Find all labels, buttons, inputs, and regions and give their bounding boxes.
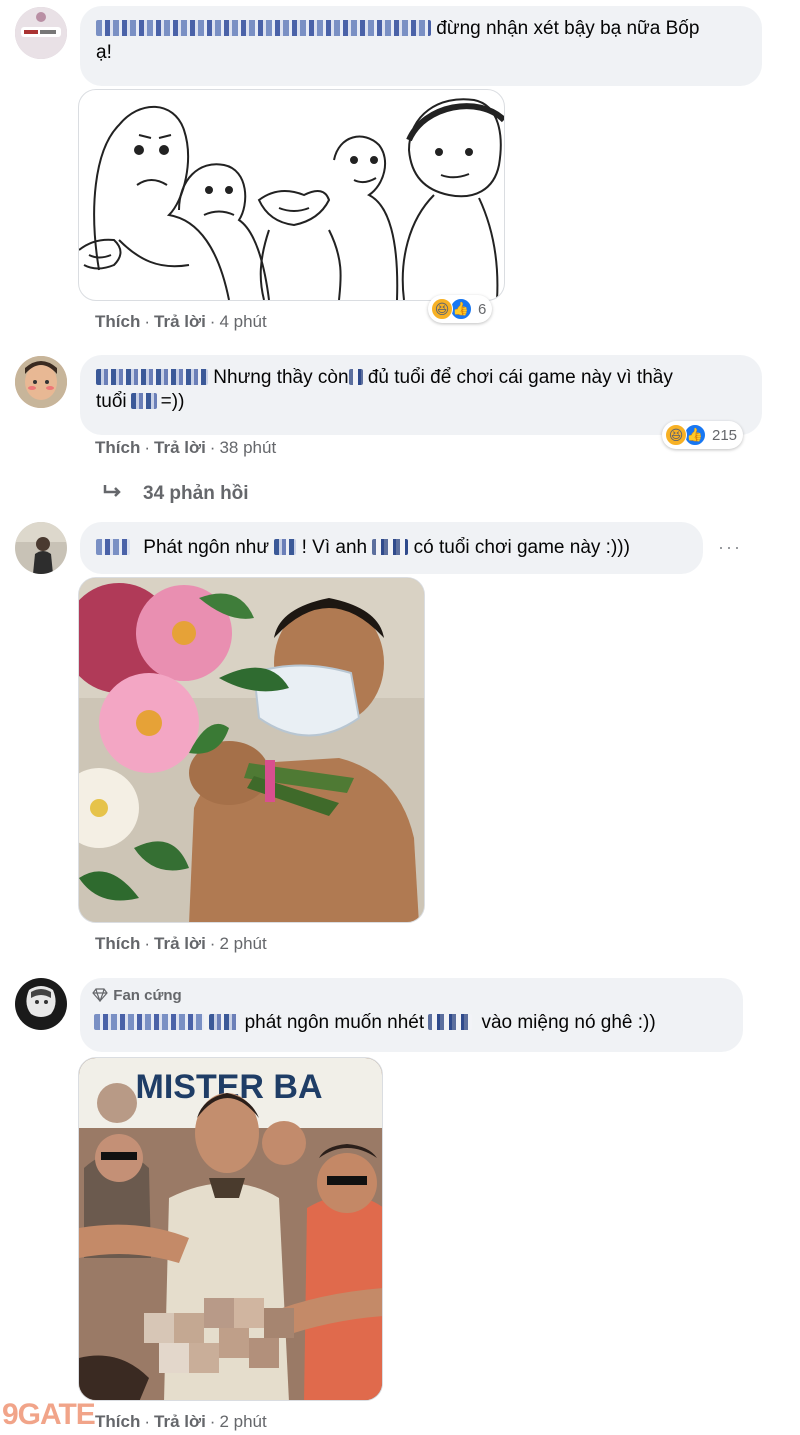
watermark-logo: 9GATE bbox=[2, 1398, 96, 1431]
comment-bubble: Phát ngôn như ! Vì anh có tuổi chơi game… bbox=[80, 522, 703, 574]
comment-actions: Thích · Trả lời · 4 phút bbox=[95, 312, 267, 331]
comment-text: =)) bbox=[160, 391, 185, 412]
reaction-count: 215 bbox=[712, 426, 738, 444]
redacted-word bbox=[209, 1014, 240, 1030]
comment-bubble: Nhưng thầy còn đủ tuổi để chơi cái game … bbox=[80, 355, 762, 435]
comment-text: đừng nhận xét bậy bạ nữa Bốp bbox=[436, 18, 700, 39]
comment-text: Phát ngôn như bbox=[143, 537, 270, 558]
redacted-word bbox=[130, 393, 157, 409]
comment-image[interactable] bbox=[78, 89, 505, 301]
comment-text: phát ngôn muốn nhét bbox=[244, 1012, 425, 1033]
reply-button[interactable]: Trả lời bbox=[154, 438, 206, 457]
comment-time[interactable]: 2 phút bbox=[219, 934, 266, 953]
like-button[interactable]: Thích bbox=[95, 438, 140, 457]
comment-time[interactable]: 38 phút bbox=[219, 438, 276, 457]
redacted-word bbox=[428, 1014, 473, 1030]
redacted-word bbox=[348, 369, 363, 385]
reaction-count: 6 bbox=[478, 300, 487, 318]
reaction-summary[interactable]: 😆 👍 215 bbox=[662, 421, 744, 449]
comment-image[interactable]: MISTER BA bbox=[78, 1057, 383, 1401]
avatar[interactable] bbox=[15, 522, 67, 574]
comment-actions: Thích · Trả lời · 2 phút bbox=[95, 934, 267, 953]
like-icon: 👍 bbox=[450, 298, 472, 320]
comment-bubble: Fan cứng phát ngôn muốn nhét vào miệng n… bbox=[80, 978, 743, 1052]
redacted-name bbox=[96, 20, 431, 36]
comment-text: ạ! bbox=[96, 42, 112, 63]
comment-text: ! Vì anh bbox=[301, 537, 368, 558]
more-icon[interactable]: ··· bbox=[718, 537, 742, 558]
comment-text: vào miệng nó ghê :)) bbox=[481, 1012, 656, 1033]
avatar[interactable] bbox=[15, 978, 67, 1030]
redacted-name bbox=[96, 539, 130, 555]
like-button[interactable]: Thích bbox=[95, 934, 140, 953]
replies-count-label: 34 phản hồi bbox=[143, 483, 249, 504]
comment-text: có tuổi chơi game này :))) bbox=[413, 537, 630, 558]
redacted-word bbox=[274, 539, 297, 555]
redacted-name bbox=[94, 1014, 204, 1030]
redacted-name bbox=[96, 369, 208, 385]
diamond-icon bbox=[92, 987, 108, 1007]
reply-arrow-icon bbox=[103, 483, 131, 505]
reply-button[interactable]: Trả lời bbox=[154, 934, 206, 953]
comment-time[interactable]: 4 phút bbox=[219, 312, 266, 331]
reply-button[interactable]: Trả lời bbox=[154, 1412, 206, 1431]
like-icon: 👍 bbox=[684, 424, 706, 446]
redacted-word bbox=[372, 539, 409, 555]
comment-image[interactable] bbox=[78, 577, 425, 923]
badge-label: Fan cứng bbox=[113, 987, 182, 1004]
comment-text: tuổi bbox=[96, 391, 127, 412]
comment-bubble: đừng nhận xét bậy bạ nữa Bốp ạ! bbox=[80, 6, 762, 86]
like-button[interactable]: Thích bbox=[95, 1412, 140, 1431]
comment-text: đủ tuổi để chơi cái game này vì thầy bbox=[367, 367, 673, 388]
view-replies-link[interactable]: 34 phản hồi bbox=[103, 483, 249, 505]
haha-icon: 😆 bbox=[665, 424, 687, 446]
like-button[interactable]: Thích bbox=[95, 312, 140, 331]
avatar[interactable] bbox=[15, 356, 67, 408]
haha-icon: 😆 bbox=[431, 298, 453, 320]
fan-badge: Fan cứng bbox=[92, 985, 731, 1007]
comment-text: Nhưng thầy còn bbox=[213, 367, 349, 388]
reply-button[interactable]: Trả lời bbox=[154, 312, 206, 331]
reaction-summary[interactable]: 😆 👍 6 bbox=[428, 295, 493, 323]
comment-actions: Thích · Trả lời · 2 phút bbox=[95, 1412, 267, 1431]
comment-actions: Thích · Trả lời · 38 phút bbox=[95, 438, 277, 457]
avatar[interactable] bbox=[15, 7, 67, 59]
comment-time[interactable]: 2 phút bbox=[219, 1412, 266, 1431]
